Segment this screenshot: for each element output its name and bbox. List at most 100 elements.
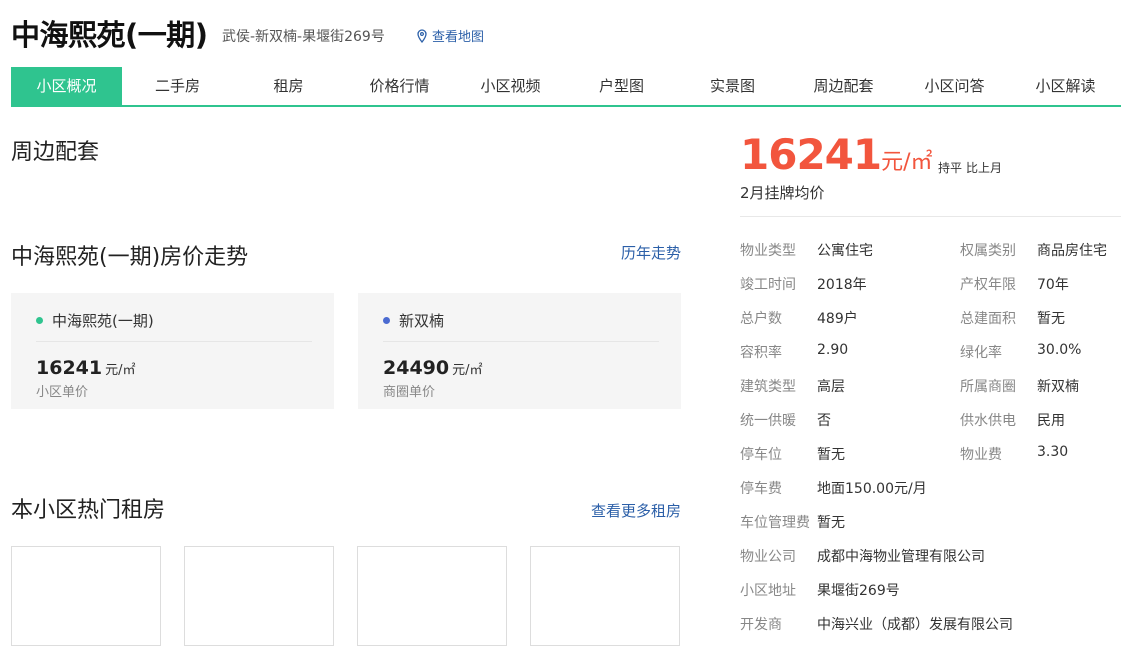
more-rentals-link[interactable]: 查看更多租房 [591, 500, 681, 521]
info-row: 竣工时间 2018年 产权年限 70年 [740, 274, 1121, 308]
tab-bar: 小区概况 二手房 租房 价格行情 小区视频 户型图 实景图 周边配套 小区问答 … [11, 67, 1121, 107]
info-value: 否 [817, 413, 831, 429]
info-cell: 车位管理费 暂无 [740, 512, 1121, 546]
community-name: 中海熙苑(一期) [52, 312, 154, 330]
rental-card[interactable] [530, 546, 680, 646]
info-cell: 小区地址 果堰街269号 [740, 580, 1121, 614]
tab-qa[interactable]: 小区问答 [899, 67, 1010, 105]
info-key: 统一供暖 [740, 413, 796, 429]
info-cell: 所属商圈 新双楠 [960, 376, 1121, 410]
trend-status: 持平 [938, 161, 963, 175]
info-value: 新双楠 [1037, 379, 1079, 395]
page-title: 中海熙苑(一期) [11, 18, 208, 52]
district-price-card: 新双楠 24490 元/㎡ 商圈单价 [358, 293, 681, 409]
info-key: 所属商圈 [960, 379, 1016, 395]
district-price-name-row: 新双楠 [383, 310, 444, 331]
info-value: 70年 [1037, 277, 1069, 293]
info-cell: 绿化率 30.0% [960, 342, 1121, 376]
tab-video[interactable]: 小区视频 [455, 67, 566, 105]
info-row: 车位管理费 暂无 [740, 512, 1121, 546]
tab-rental[interactable]: 租房 [233, 67, 344, 105]
info-row: 小区地址 果堰街269号 [740, 580, 1121, 614]
rental-card[interactable] [184, 546, 334, 646]
district-price-label: 商圈单价 [383, 385, 436, 400]
info-key: 权属类别 [960, 243, 1016, 259]
info-key: 停车费 [740, 481, 782, 497]
info-row: 物业类型 公寓住宅 权属类别 商品房住宅 [740, 240, 1121, 274]
community-price-card: 中海熙苑(一期) 16241 元/㎡ 小区单价 [11, 293, 334, 409]
trend-comparison-label: 比上月 [966, 161, 1003, 175]
info-key: 建筑类型 [740, 379, 796, 395]
info-cell: 竣工时间 2018年 [740, 274, 960, 308]
info-value: 暂无 [1037, 311, 1065, 327]
info-value: 地面150.00元/月 [817, 481, 927, 497]
view-map-label: 查看地图 [432, 30, 485, 45]
price-trend-heading: 中海熙苑(一期)房价走势 [11, 245, 249, 270]
info-key: 绿化率 [960, 345, 1002, 361]
info-value: 商品房住宅 [1037, 243, 1107, 259]
info-key: 开发商 [740, 617, 782, 633]
location-pin-icon [417, 28, 427, 43]
info-cell: 物业公司 成都中海物业管理有限公司 [740, 546, 1121, 580]
community-price-value: 16241 [36, 357, 103, 379]
info-key: 总建面积 [960, 311, 1016, 327]
district-price-unit: 元/㎡ [452, 363, 483, 378]
info-cell: 开发商 中海兴业（成都）发展有限公司 [740, 614, 1121, 648]
tab-floor-plans[interactable]: 户型图 [566, 67, 677, 105]
info-cell: 停车位 暂无 [740, 444, 960, 478]
info-cell: 总建面积 暂无 [960, 308, 1121, 342]
community-price: 16241 元/㎡ [36, 357, 136, 379]
info-row: 容积率 2.90 绿化率 30.0% [740, 342, 1121, 376]
info-value: 高层 [817, 379, 845, 395]
blue-dot-icon [383, 317, 390, 324]
community-price-label: 小区单价 [36, 385, 89, 400]
info-value: 2.90 [817, 342, 849, 358]
info-cell: 产权年限 70年 [960, 274, 1121, 308]
info-value: 果堰街269号 [817, 583, 900, 599]
info-value: 民用 [1037, 413, 1065, 429]
info-cell: 供水供电 民用 [960, 410, 1121, 444]
info-cell: 容积率 2.90 [740, 342, 960, 376]
info-key: 物业类型 [740, 243, 796, 259]
tab-second-hand[interactable]: 二手房 [122, 67, 233, 105]
rental-card[interactable] [357, 546, 507, 646]
info-value: 暂无 [817, 447, 845, 463]
card-divider [383, 341, 659, 342]
district-price-value: 24490 [383, 357, 450, 379]
card-divider [36, 341, 312, 342]
info-value: 成都中海物业管理有限公司 [817, 549, 985, 565]
info-cell: 物业类型 公寓住宅 [740, 240, 960, 274]
info-cell: 统一供暖 否 [740, 410, 960, 444]
info-row: 停车费 地面150.00元/月 [740, 478, 1121, 512]
tab-photos[interactable]: 实景图 [677, 67, 788, 105]
green-dot-icon [36, 317, 43, 324]
info-cell: 权属类别 商品房住宅 [960, 240, 1121, 274]
info-value: 公寓住宅 [817, 243, 873, 259]
summary-divider [740, 216, 1121, 217]
community-price-unit: 元/㎡ [105, 363, 136, 378]
surroundings-heading: 周边配套 [11, 140, 100, 165]
info-value: 3.30 [1037, 444, 1069, 460]
info-value: 中海兴业（成都）发展有限公司 [817, 617, 1013, 633]
info-row: 停车位 暂无 物业费 3.30 [740, 444, 1121, 478]
price-trend-indicator: 持平 比上月 [938, 159, 1002, 176]
info-row: 物业公司 成都中海物业管理有限公司 [740, 546, 1121, 580]
tab-price-trend[interactable]: 价格行情 [344, 67, 455, 105]
info-key: 供水供电 [960, 413, 1016, 429]
tab-surroundings[interactable]: 周边配套 [788, 67, 899, 105]
info-cell: 总户数 489户 [740, 308, 960, 342]
info-cell: 建筑类型 高层 [740, 376, 960, 410]
district-name: 新双楠 [399, 312, 445, 330]
rental-card[interactable] [11, 546, 161, 646]
community-address: 武侯-新双楠-果堰街269号 [222, 29, 385, 45]
info-row: 开发商 中海兴业（成都）发展有限公司 [740, 614, 1121, 648]
tab-analysis[interactable]: 小区解读 [1010, 67, 1121, 105]
district-price: 24490 元/㎡ [383, 357, 483, 379]
info-key: 产权年限 [960, 277, 1016, 293]
tab-overview[interactable]: 小区概况 [11, 67, 122, 105]
rentals-heading: 本小区热门租房 [11, 498, 166, 523]
info-key: 小区地址 [740, 583, 796, 599]
view-map-link[interactable]: 查看地图 [416, 26, 484, 45]
history-trend-link[interactable]: 历年走势 [621, 242, 681, 263]
info-value: 2018年 [817, 277, 867, 293]
